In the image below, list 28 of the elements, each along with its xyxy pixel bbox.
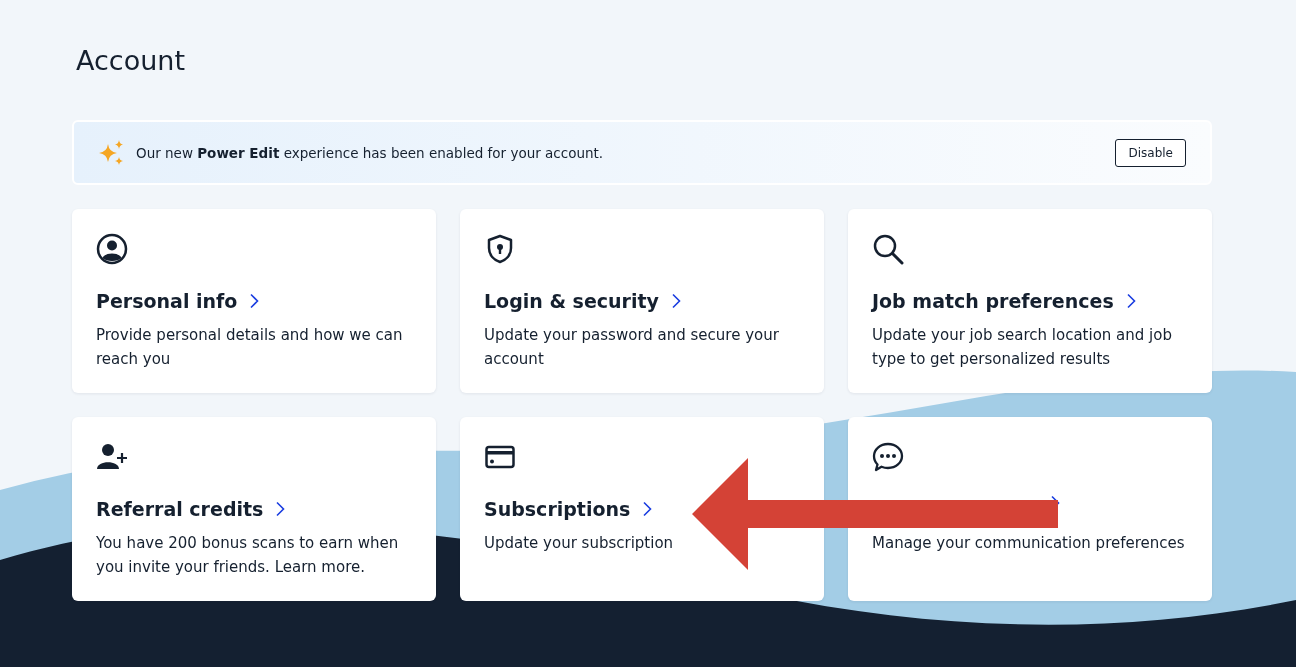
card-description: Provide personal details and how we can reach you <box>96 325 404 370</box>
settings-card[interactable]: Job match preferences Update your job search location and job type to get personalized results <box>848 209 1212 393</box>
chevron-right-icon <box>642 501 653 517</box>
settings-card[interactable]: Personal info Provide personal details and how we can reach you <box>72 209 436 393</box>
card-title: Personal info <box>96 290 238 312</box>
chevron-right-icon <box>249 293 260 309</box>
card-title: Job match preferences <box>872 290 1114 312</box>
card-description: Update your job search location and job type to get personalized results <box>872 325 1173 370</box>
notice-text: Our new Power Edit experience has been enabled for your account. <box>136 144 605 161</box>
card-description: Manage your communication preferences <box>872 533 1186 554</box>
settings-card[interactable]: Manage your communication preferences <box>848 417 1212 601</box>
card-title: Subscriptions <box>484 498 631 520</box>
search-icon <box>872 233 904 265</box>
disable-button[interactable]: Disable <box>1115 138 1186 167</box>
chevron-right-icon <box>275 501 286 517</box>
page-title: Account <box>75 44 186 78</box>
card-title: Referral credits <box>96 498 264 520</box>
chat-bubble-icon <box>872 441 904 473</box>
settings-card[interactable]: Referral credits You have 200 bonus scans to earn when you invite your friends. Learn more. <box>72 417 436 601</box>
chevron-right-icon <box>1125 293 1136 309</box>
card-description: Update your password and secure your account <box>484 325 780 370</box>
card-description: You have 200 bonus scans to earn when you invite your friends. Learn more. <box>96 533 400 578</box>
settings-card[interactable]: Subscriptions Update your subscription <box>460 417 824 601</box>
chevron-right-icon <box>670 293 681 309</box>
settings-card[interactable]: Login & security Update your password and secure your account <box>460 209 824 393</box>
person-icon <box>96 233 128 265</box>
card-title: Login & security <box>484 290 659 312</box>
card-description: Update your subscription <box>484 533 675 554</box>
